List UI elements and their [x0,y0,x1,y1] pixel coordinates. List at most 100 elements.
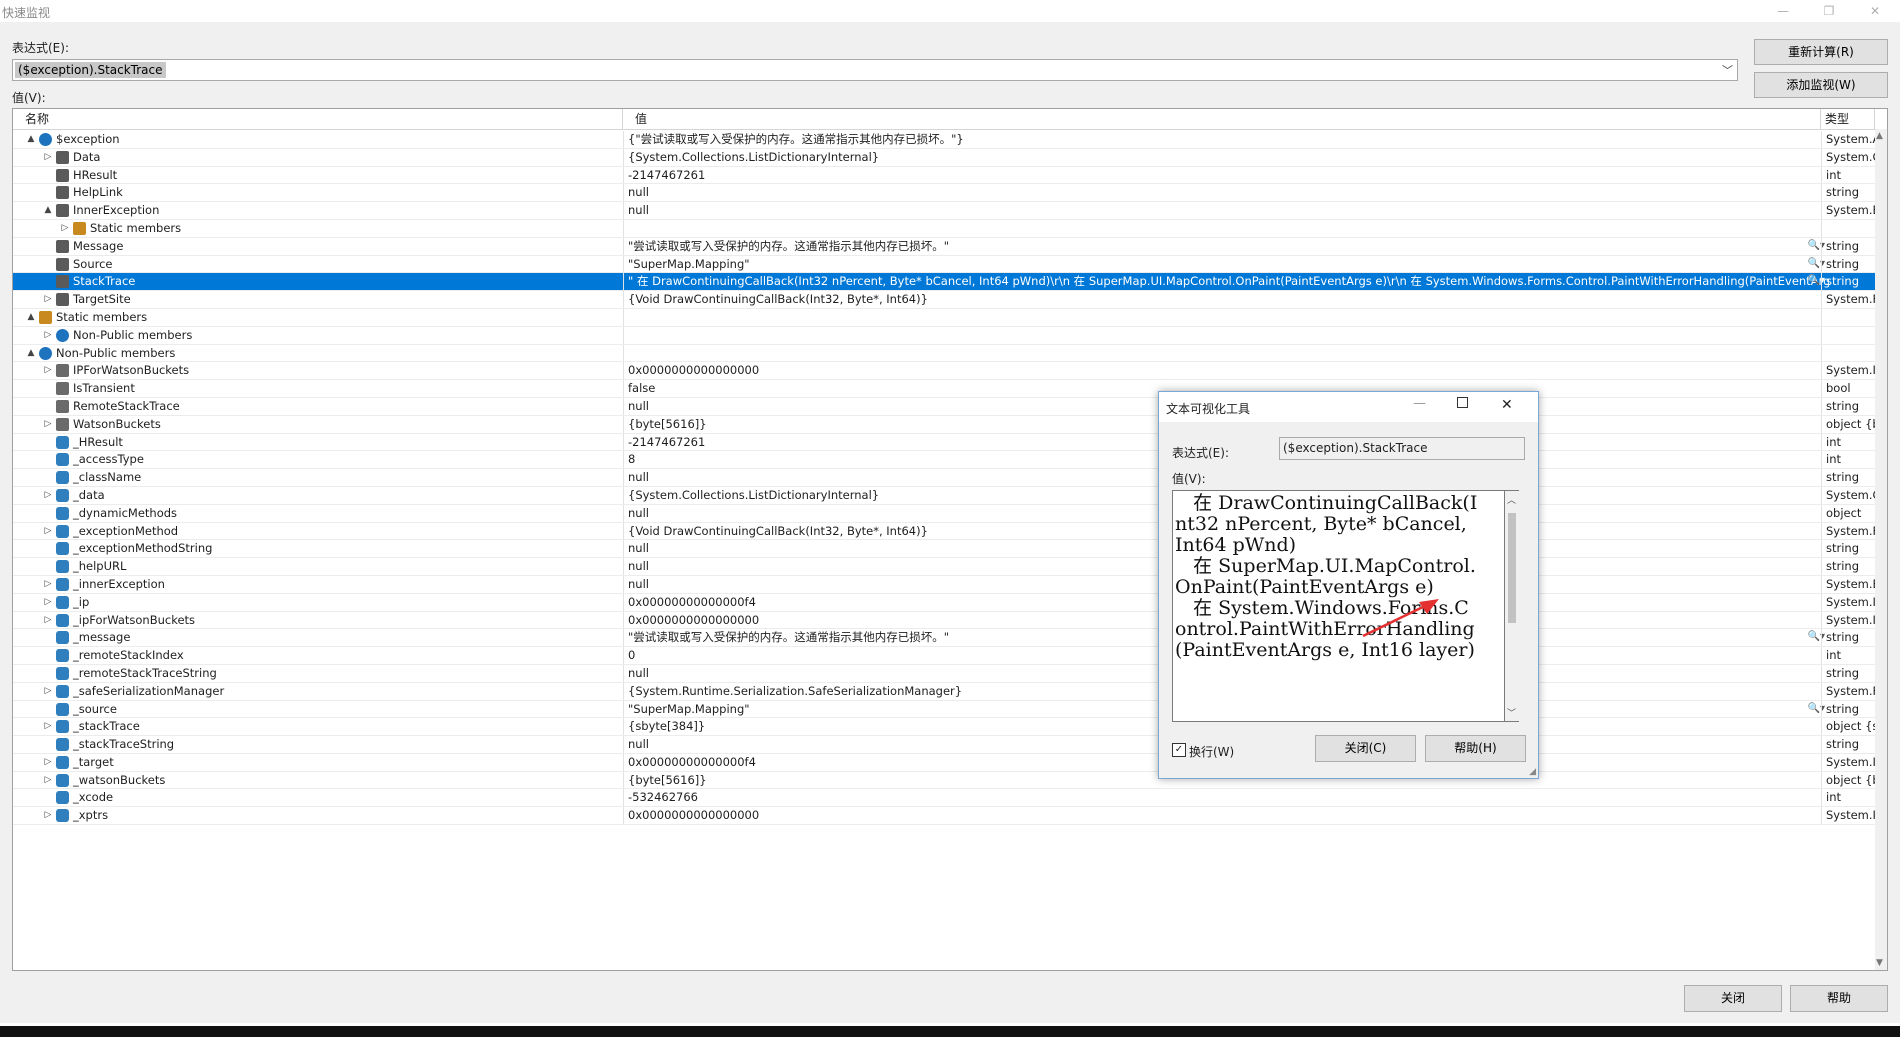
grid-row[interactable]: ▷ _stackTrace {sbyte[384]} object {s [13,718,1875,737]
name-cell[interactable]: HelpLink [13,184,621,201]
value-cell[interactable] [623,326,1829,344]
value-cell[interactable]: null [623,184,1829,202]
value-cell[interactable]: {"尝试读取或写入受保护的内存。这通常指示其他内存已损坏。"} [623,131,1829,148]
scroll-down-icon[interactable]: ﹀ [1507,706,1516,719]
expander-icon[interactable]: ▷ [42,718,54,735]
value-cell[interactable] [623,308,1829,326]
value-cell[interactable]: {System.Collections.ListDictionaryIntern… [623,148,1829,166]
tv-text-area[interactable]: 在 DrawContinuingCallBack(Int32 nPercent,… [1172,490,1505,722]
grid-row[interactable]: ▷ _safeSerializationManager {System.Runt… [13,682,1875,701]
expander-icon[interactable]: ▷ [42,576,54,593]
name-cell[interactable]: ▷ _target [13,754,621,771]
minimize-icon[interactable]: — [1413,396,1426,411]
value-cell[interactable]: 0x0000000000000000 [623,807,1829,825]
grid-row[interactable]: _stackTraceString null string [13,736,1875,754]
grid-row[interactable]: ▷ _innerException null System.E [13,575,1875,594]
name-cell[interactable]: StackTrace [13,273,621,290]
name-cell[interactable]: _helpURL [13,558,621,575]
name-cell[interactable]: _exceptionMethodString [13,540,621,557]
expander-icon[interactable]: ▲ [25,131,37,148]
expression-value[interactable]: ($exception).StackTrace [15,62,166,78]
value-cell[interactable]: -2147467261 [623,166,1829,184]
grid-row[interactable]: ▷ _xptrs 0x0000000000000000 System.I [13,807,1875,826]
grid-row[interactable]: ▷ _data {System.Collections.ListDictiona… [13,486,1875,505]
expander-icon[interactable]: ▷ [42,523,54,540]
grid-row[interactable]: ▲ Static members [13,308,1875,327]
grid-row[interactable]: _source "SuperMap.Mapping" 🔍▾ string [13,700,1875,719]
name-cell[interactable]: ▷ Non-Public members [13,327,621,344]
grid-row[interactable]: _message "尝试读取或写入受保护的内存。这通常指示其他内存已损坏。" 🔍… [13,629,1875,648]
close-icon[interactable]: ✕ [1852,0,1898,22]
resize-grip-icon[interactable]: ◢ [1529,767,1536,777]
scroll-thumb[interactable] [1508,513,1516,623]
name-cell[interactable]: ▷ IPForWatsonBuckets [13,362,621,379]
name-cell[interactable]: _message [13,629,621,646]
grid-row[interactable]: ▷ TargetSite {Void DrawContinuingCallBac… [13,291,1875,309]
name-cell[interactable]: RemoteStackTrace [13,398,621,415]
expander-icon[interactable]: ▲ [42,202,54,219]
name-cell[interactable]: ▷ _stackTrace [13,718,621,735]
name-cell[interactable]: _source [13,701,621,718]
expander-icon[interactable]: ▷ [42,594,54,611]
expander-icon[interactable]: ▷ [42,149,54,166]
grid-row[interactable]: _remoteStackIndex 0 int [13,647,1875,665]
grid-row[interactable]: _exceptionMethodString null string [13,540,1875,559]
close-button[interactable]: 关闭 [1684,985,1782,1012]
name-cell[interactable]: Source [13,256,621,273]
grid-row[interactable]: ▲ Non-Public members [13,344,1875,363]
grid-row[interactable]: _dynamicMethods null object [13,504,1875,523]
grid-row[interactable]: ▷ WatsonBuckets {byte[5616]} object {b [13,415,1875,434]
expander-icon[interactable]: ▷ [42,487,54,504]
grid-row[interactable]: Source "SuperMap.Mapping" 🔍▾ string [13,255,1875,274]
recalculate-button[interactable]: 重新计算(R) [1754,39,1888,65]
grid-row[interactable]: _remoteStackTraceString null string [13,664,1875,683]
grid-row[interactable]: ▷ Non-Public members [13,326,1875,345]
name-cell[interactable]: _remoteStackIndex [13,647,621,664]
name-cell[interactable]: _accessType [13,451,621,468]
grid-row[interactable]: ▷ _ip 0x00000000000000f4 System.I [13,593,1875,612]
column-header-value[interactable]: 值 [623,109,1821,129]
value-cell[interactable] [623,219,1829,237]
chevron-down-icon[interactable]: ﹀ [1722,62,1733,78]
value-cell[interactable]: {Void DrawContinuingCallBack(Int32, Byte… [623,291,1829,308]
tv-scrollbar[interactable]: ︿ ﹀ [1505,490,1519,722]
tv-help-button[interactable]: 帮助(H) [1425,735,1526,762]
grid-row[interactable]: ▷ _target 0x00000000000000f4 System.I [13,753,1875,772]
grid-row[interactable]: HResult -2147467261 int [13,166,1875,185]
value-cell[interactable]: "尝试读取或写入受保护的内存。这通常指示其他内存已损坏。" 🔍▾ [623,237,1829,255]
name-cell[interactable]: _className [13,469,621,486]
name-cell[interactable]: ▲ Static members [13,309,621,326]
tv-close-button[interactable]: 关闭(C) [1315,735,1416,762]
name-cell[interactable]: _remoteStackTraceString [13,665,621,682]
name-cell[interactable]: ▷ TargetSite [13,291,621,308]
name-cell[interactable]: ▷ _safeSerializationManager [13,683,621,700]
name-cell[interactable]: ▷ _ip [13,594,621,611]
grid-row[interactable]: _accessType 8 int [13,451,1875,470]
name-cell[interactable]: _xcode [13,789,621,806]
add-watch-button[interactable]: 添加监视(W) [1754,72,1888,98]
name-cell[interactable]: Message [13,238,621,255]
tv-expression-field[interactable]: ($exception).StackTrace [1279,437,1525,460]
name-cell[interactable]: _HResult [13,434,621,451]
maximize-icon[interactable] [1457,397,1468,408]
watch-grid[interactable]: 名称 值 类型 ▲ $exception {"尝试读取或写入受保护的内存。这通常… [12,108,1888,971]
grid-row[interactable]: _helpURL null string [13,558,1875,576]
value-cell[interactable]: " 在 DrawContinuingCallBack(Int32 nPercen… [623,273,1829,291]
grid-row[interactable]: _className null string [13,469,1875,487]
grid-row[interactable]: Message "尝试读取或写入受保护的内存。这通常指示其他内存已损坏。" 🔍▾… [13,237,1875,256]
value-cell[interactable] [623,344,1829,362]
grid-row[interactable]: StackTrace " 在 DrawContinuingCallBack(In… [13,273,1875,292]
scroll-up-icon[interactable]: ︿ [1507,493,1516,506]
name-cell[interactable]: ▷ _xptrs [13,807,621,824]
expander-icon[interactable]: ▷ [42,416,54,433]
wrap-checkbox[interactable]: ✓ [1172,743,1186,757]
expander-icon[interactable]: ▷ [42,327,54,344]
name-cell[interactable]: ▷ _watsonBuckets [13,772,621,789]
grid-row[interactable]: _xcode -532462766 int [13,789,1875,808]
grid-row[interactable]: ▲ InnerException null System.E [13,202,1875,220]
name-cell[interactable]: ▷ _data [13,487,621,504]
expander-icon[interactable]: ▲ [25,345,37,362]
grid-row[interactable]: IsTransient false bool [13,380,1875,398]
value-cell[interactable]: 0x0000000000000000 [623,362,1829,380]
expression-combobox[interactable]: ($exception).StackTrace ﹀ [12,59,1738,81]
